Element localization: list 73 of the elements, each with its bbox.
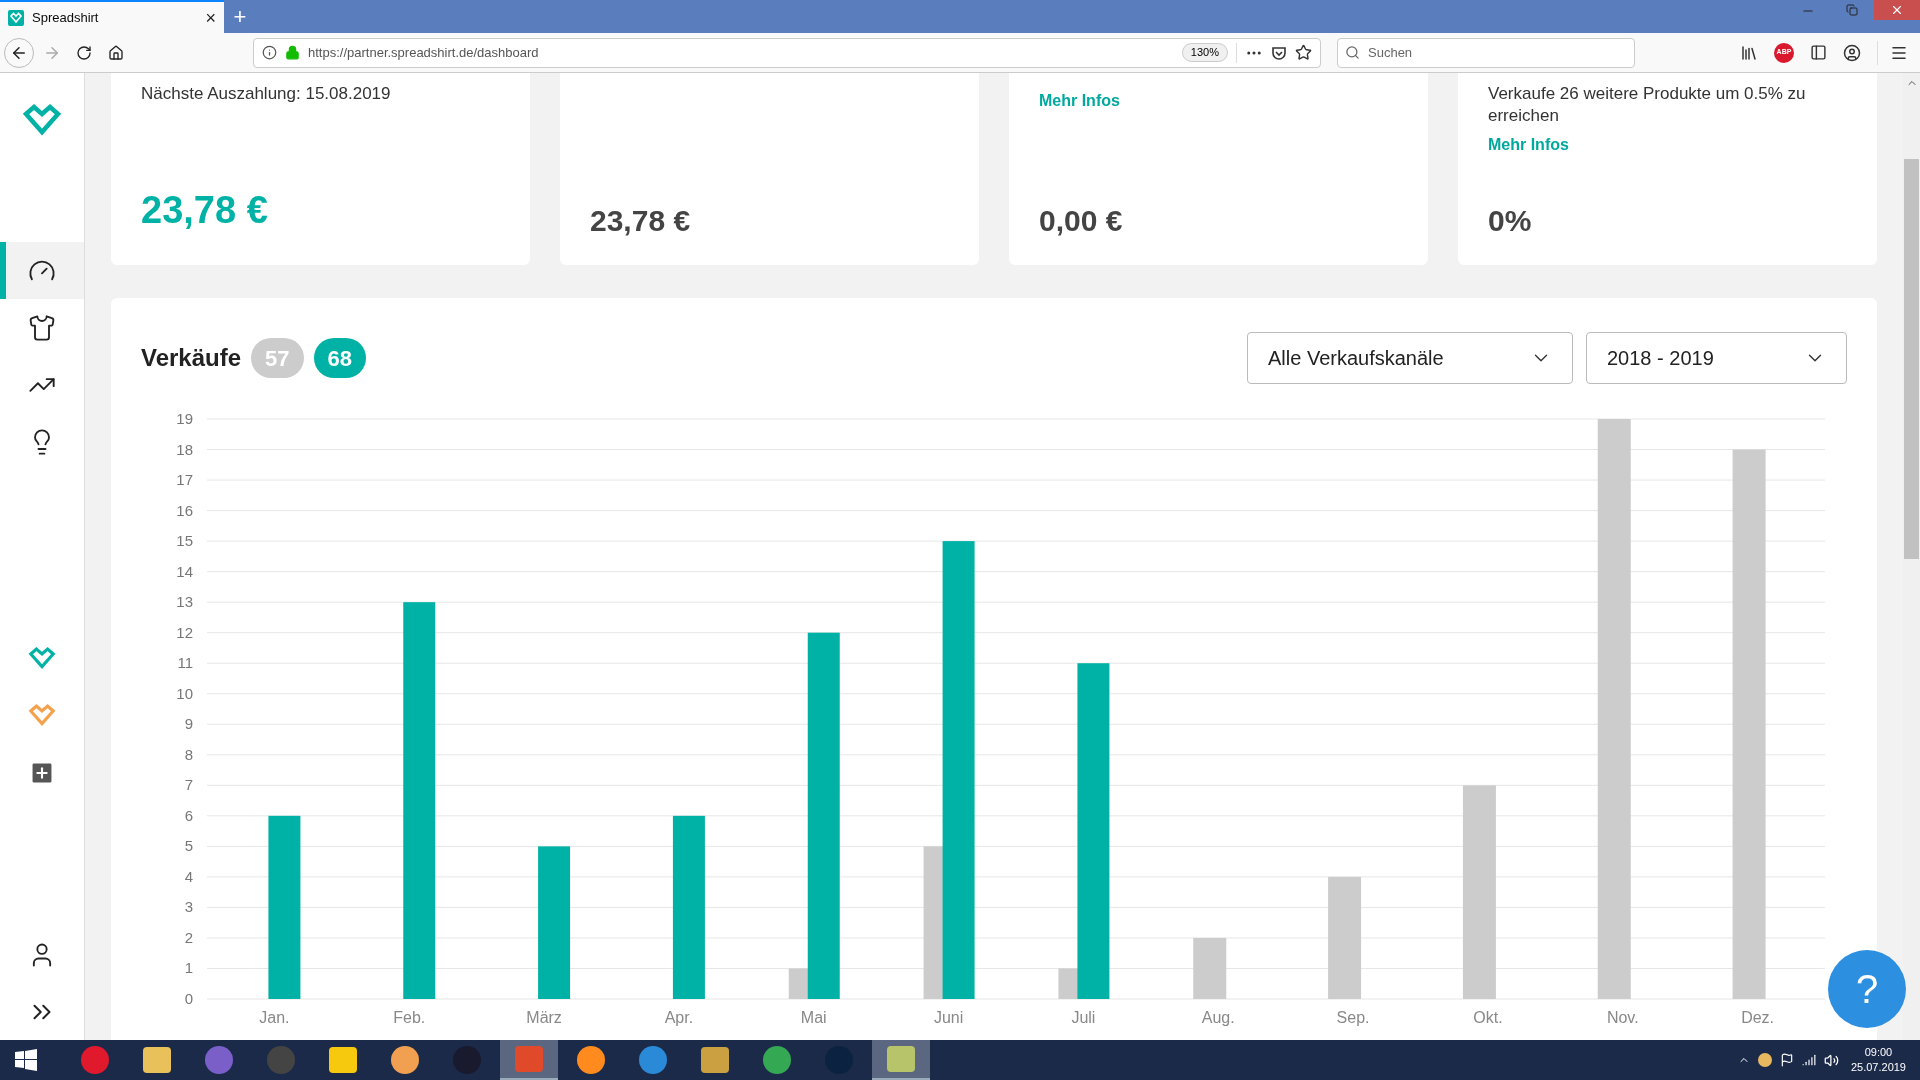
card-value: 0%: [1488, 203, 1533, 239]
search-icon: [1345, 44, 1360, 60]
y-axis-label: 17: [176, 471, 193, 489]
flag-icon[interactable]: [1779, 1053, 1794, 1067]
sidebar-toggle-icon[interactable]: [1810, 44, 1827, 61]
y-axis-label: 7: [184, 776, 193, 794]
y-axis-label: 5: [184, 837, 193, 855]
y-axis-label: 11: [177, 654, 193, 672]
x-axis-label: Juni: [933, 1009, 964, 1026]
y-axis-label: 12: [176, 623, 193, 641]
url-bar[interactable]: https://partner.spreadshirt.de/dashboard 130%: [253, 37, 1321, 68]
pocket-icon[interactable]: [1271, 44, 1287, 61]
volume-icon[interactable]: [1823, 1052, 1839, 1068]
card-text: Nächste Auszahlung: 15.08.2019: [141, 83, 392, 105]
logo-heart-icon: [22, 103, 62, 136]
x-axis-label: Apr.: [664, 1009, 694, 1026]
tray-app-icon[interactable]: [1757, 1053, 1772, 1067]
filter-dropdown[interactable]: 2018 - 2019: [1586, 332, 1847, 384]
y-axis-label: 0: [184, 990, 193, 1007]
y-axis-label: 10: [176, 684, 193, 702]
y-axis-label: 9: [184, 715, 193, 733]
x-axis-label: Juli: [1071, 1009, 1096, 1026]
info-icon[interactable]: [262, 45, 277, 60]
network-signal-icon[interactable]: [1801, 1053, 1816, 1067]
card-value: 23,78 €: [141, 188, 269, 233]
heart-diamond-icon: [28, 704, 56, 727]
y-axis-label: 6: [184, 806, 193, 824]
y-axis-label: 19: [176, 410, 193, 427]
count-badge: 68: [313, 338, 367, 378]
x-axis-label: März: [526, 1009, 562, 1026]
lock-icon: [285, 45, 300, 60]
filter-dropdown[interactable]: Alle Verkaufskanäle: [1247, 332, 1573, 384]
new-tab-button[interactable]: +: [224, 0, 256, 33]
y-axis-label: 13: [176, 593, 193, 611]
y-axis-label: 14: [176, 562, 193, 580]
account-icon[interactable]: [1843, 43, 1861, 62]
scrollbar-thumb[interactable]: [1904, 159, 1919, 559]
clock-date: 25.07.2019: [1850, 1060, 1906, 1075]
y-axis-label: 2: [184, 928, 193, 946]
heart-diamond-icon: [28, 647, 56, 670]
card-text: Verkaufe 26 weitere Produkte um 0.5% zu erreichen: [1488, 83, 1807, 127]
x-axis-label: Feb.: [393, 1009, 426, 1026]
windows-start-icon[interactable]: [15, 1049, 37, 1071]
tab-title: Spreadshirt: [32, 8, 100, 27]
y-axis-label: 1: [184, 959, 193, 977]
tab-close-button[interactable]: ×: [205, 8, 216, 27]
browser-tab[interactable]: Spreadshirt ×: [0, 0, 224, 33]
y-axis-label: 3: [184, 898, 193, 916]
library-icon[interactable]: [1740, 43, 1758, 62]
x-axis-label: Jan.: [259, 1009, 290, 1026]
x-axis-label: Nov.: [1606, 1009, 1639, 1026]
x-axis-label: Aug.: [1201, 1009, 1235, 1026]
clock-time: 09:00: [1864, 1045, 1893, 1060]
y-axis-label: 16: [176, 501, 193, 519]
x-axis-label: Dez.: [1741, 1009, 1775, 1026]
url-text: https://partner.spreadshirt.de/dashboard: [308, 43, 540, 62]
y-axis-label: 8: [184, 745, 193, 763]
card-value: 0,00 €: [1039, 203, 1124, 239]
x-axis-label: Sep.: [1336, 1009, 1370, 1026]
y-axis-label: 18: [176, 440, 193, 458]
y-axis-label: 4: [184, 867, 193, 885]
bar: [1193, 937, 1227, 999]
zoom-level-badge[interactable]: 130%: [1181, 43, 1228, 62]
bookmark-star-icon[interactable]: [1295, 44, 1312, 61]
sales-title: Verkäufe: [141, 343, 242, 373]
close-icon: [1890, 3, 1904, 17]
search-field[interactable]: Suchen: [1337, 37, 1635, 68]
x-axis-label: Okt.: [1473, 1009, 1503, 1026]
shirt-icon: [28, 313, 56, 342]
tab-favicon: [8, 9, 24, 26]
x-axis-label: Mai: [800, 1009, 827, 1026]
y-axis-label: 15: [176, 532, 193, 550]
card-value: 23,78 €: [590, 203, 692, 239]
